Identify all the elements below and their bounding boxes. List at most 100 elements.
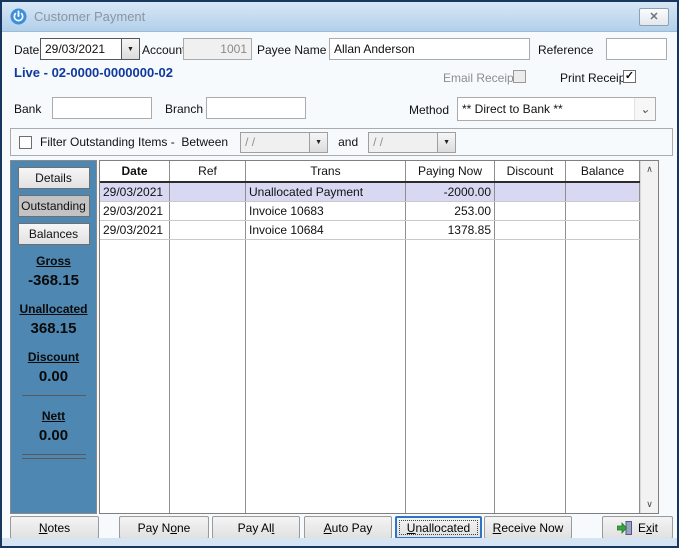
tab-balances[interactable]: Balances	[17, 223, 90, 245]
notes-button[interactable]: Notes	[10, 516, 99, 539]
auto-pay-button[interactable]: Auto Pay	[304, 516, 392, 539]
grid-column-fill	[170, 240, 246, 513]
unallocated-button[interactable]: Unallocated	[395, 516, 482, 539]
filter-label: Filter Outstanding Items - Between	[40, 135, 229, 149]
grid-column-fill	[246, 240, 406, 513]
cell-trans: Invoice 10683	[246, 202, 406, 220]
column-header-date[interactable]: Date	[100, 161, 170, 181]
column-header-ref[interactable]: Ref	[170, 161, 246, 181]
cell-trans: Unallocated Payment	[246, 183, 406, 201]
column-header-paying-now[interactable]: Paying Now	[406, 161, 495, 181]
cell-balance	[566, 202, 640, 220]
bank-input[interactable]	[52, 97, 152, 119]
method-label: Method	[409, 103, 450, 117]
cell-date: 29/03/2021	[100, 183, 170, 201]
print-receipt-checkbox[interactable]: ✓	[623, 70, 636, 83]
double-divider-top	[21, 454, 86, 455]
filter-and-label: and	[338, 135, 359, 149]
method-value: ** Direct to Bank **	[462, 102, 563, 116]
close-icon: ✕	[649, 11, 659, 23]
divider	[21, 395, 86, 396]
email-receipt-checkbox	[513, 70, 526, 83]
sidebar-panel: Details Outstanding Balances Gross -368.…	[10, 160, 97, 514]
grid-column-fill	[495, 240, 566, 513]
live-bank-account-label: Live - 02-0000-0000000-02	[14, 65, 174, 80]
date-combobox[interactable]: 29/03/2021 ▼	[40, 38, 140, 60]
filter-groupbox: Filter Outstanding Items - Between / / ▼…	[10, 128, 673, 156]
chevron-glyph: ⌄	[639, 102, 651, 116]
exit-door-icon	[616, 520, 632, 535]
exit-button[interactable]: Exit	[602, 516, 673, 539]
dropdown-arrow-icon: ▼	[437, 132, 456, 152]
filter-from-date-combobox: / / ▼	[240, 131, 329, 153]
filter-to-value: / /	[373, 135, 384, 149]
filter-outstanding-checkbox[interactable]	[19, 135, 32, 149]
dropdown-arrow-icon[interactable]: ▼	[121, 39, 139, 59]
tab-details[interactable]: Details	[17, 167, 90, 189]
transactions-table: Date Ref Trans Paying Now Discount Balan…	[99, 160, 659, 514]
column-header-discount[interactable]: Discount	[495, 161, 566, 181]
double-divider-bottom	[21, 458, 86, 459]
cell-paying-now[interactable]: -2000.00	[406, 183, 495, 201]
customer-payment-window: Customer Payment ✕ Date 29/03/2021 ▼ Acc…	[0, 0, 679, 548]
cell-paying-now[interactable]: 253.00	[406, 202, 495, 220]
close-button[interactable]: ✕	[639, 7, 669, 26]
column-header-balance[interactable]: Balance	[566, 161, 640, 181]
date-label: Date	[14, 43, 40, 57]
payee-name-input[interactable]: Allan Anderson	[329, 38, 530, 60]
discount-total: Discount 0.00	[11, 350, 96, 385]
transactions-grid: Date Ref Trans Paying Now Discount Balan…	[100, 161, 640, 513]
scroll-up-icon[interactable]: ∧	[641, 161, 658, 178]
chevron-down-icon[interactable]: ⌄	[634, 98, 655, 120]
gross-total: Gross -368.15	[11, 254, 96, 289]
filter-to-date-combobox: / / ▼	[368, 131, 457, 153]
table-row[interactable]: 29/03/2021 Invoice 10683 253.00	[100, 202, 640, 221]
unallocated-button-label: Unallocated	[406, 520, 471, 535]
email-receipt-label: Email Receipt	[443, 71, 518, 85]
grid-column-fill	[100, 240, 170, 513]
scroll-down-icon[interactable]: ∨	[641, 496, 658, 513]
table-header-row: Date Ref Trans Paying Now Discount Balan…	[100, 161, 640, 183]
reference-input[interactable]	[606, 38, 667, 60]
cell-discount[interactable]	[495, 202, 566, 220]
reference-label: Reference	[538, 43, 594, 57]
discount-value: 0.00	[38, 368, 69, 385]
receive-now-button-label: Receive Now	[492, 520, 564, 535]
cell-trans: Invoice 10684	[246, 221, 406, 239]
unallocated-label: Unallocated	[19, 302, 88, 316]
nett-label: Nett	[41, 409, 66, 423]
filter-from-value: / /	[245, 135, 256, 149]
cell-date: 29/03/2021	[100, 202, 170, 220]
payee-name-value: Allan Anderson	[334, 42, 415, 56]
dropdown-glyph: ▼	[127, 45, 134, 53]
cell-paying-now[interactable]: 1378.85	[406, 221, 495, 239]
cell-discount[interactable]	[495, 183, 566, 201]
titlebar: Customer Payment ✕	[2, 2, 677, 32]
pay-all-button-label: Pay All	[237, 520, 275, 535]
dropdown-glyph: ▼	[443, 138, 451, 146]
dropdown-glyph: ▼	[315, 138, 323, 146]
window-title: Customer Payment	[34, 9, 146, 24]
tab-outstanding[interactable]: Outstanding	[17, 195, 90, 217]
notes-button-label: Notes	[38, 520, 71, 535]
pay-all-button[interactable]: Pay All	[212, 516, 300, 539]
table-empty-area	[100, 240, 640, 513]
cell-discount[interactable]	[495, 221, 566, 239]
cell-ref	[170, 221, 246, 239]
table-row[interactable]: 29/03/2021 Unallocated Payment -2000.00	[100, 183, 640, 202]
discount-label: Discount	[27, 350, 80, 364]
nett-value: 0.00	[38, 427, 69, 444]
unallocated-total: Unallocated 368.15	[11, 302, 96, 337]
branch-input[interactable]	[206, 97, 306, 119]
pay-none-button[interactable]: Pay None	[119, 516, 209, 539]
account-label: Account	[142, 43, 186, 57]
column-header-trans[interactable]: Trans	[246, 161, 406, 181]
table-row[interactable]: 29/03/2021 Invoice 10684 1378.85	[100, 221, 640, 240]
method-combobox[interactable]: ** Direct to Bank ** ⌄	[457, 97, 656, 121]
grid-column-fill	[566, 240, 640, 513]
gross-label: Gross	[36, 254, 71, 268]
vertical-scrollbar[interactable]: ∧ ∨	[640, 161, 658, 513]
auto-pay-button-label: Auto Pay	[323, 520, 373, 535]
receive-now-button[interactable]: Receive Now	[484, 516, 572, 539]
gross-value: -368.15	[28, 272, 79, 289]
